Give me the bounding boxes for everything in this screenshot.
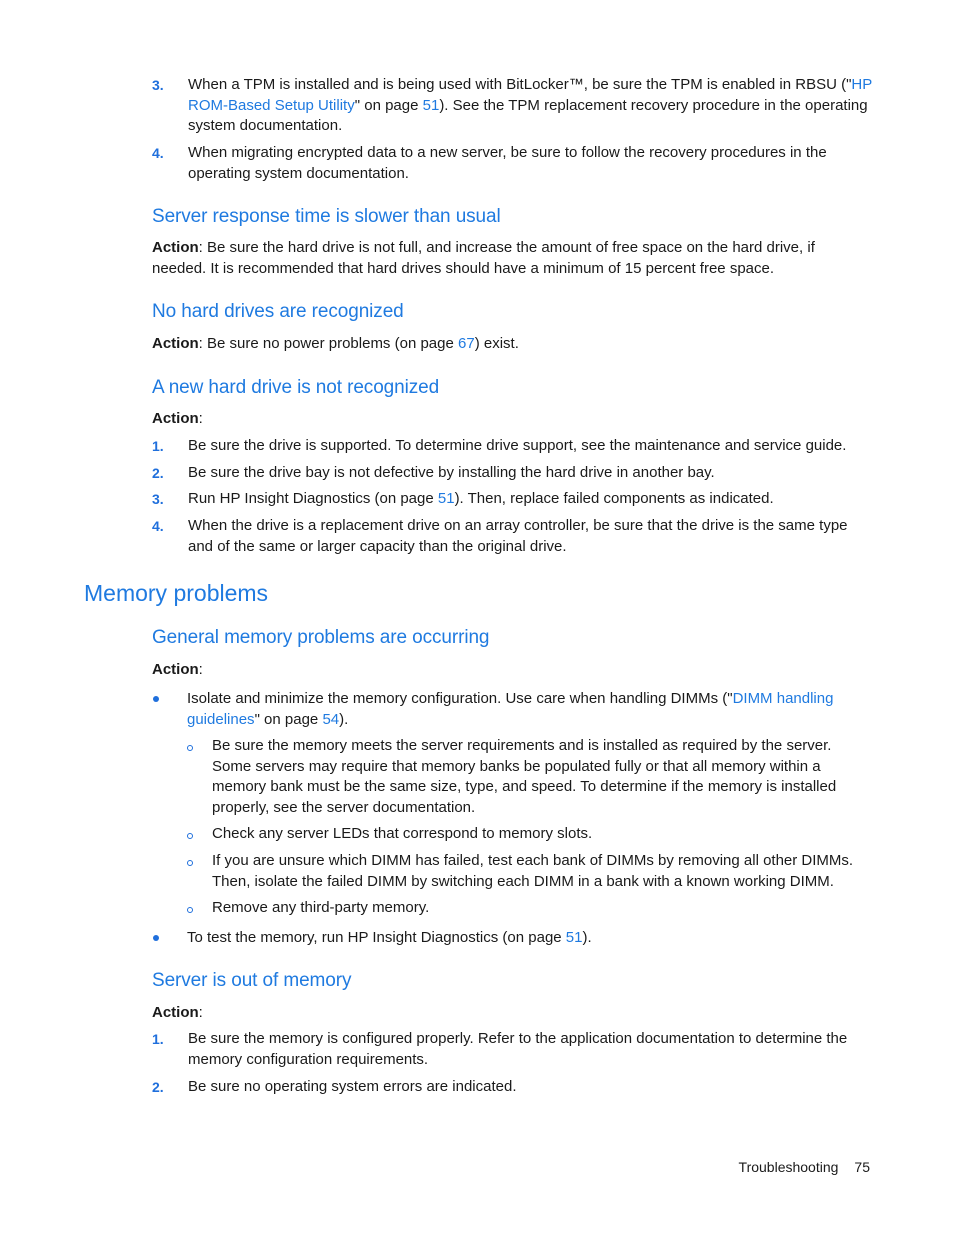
action-label: Action (152, 239, 199, 256)
bullet-text: To test the memory, run HP Insight Diagn… (187, 929, 592, 946)
list-text: Be sure no operating system errors are i… (188, 1078, 517, 1095)
document-page: 3. When a TPM is installed and is being … (0, 0, 954, 1235)
list-item: 2. Be sure the drive bay is not defectiv… (152, 463, 872, 484)
action-paragraph: Action: (152, 1004, 203, 1021)
section-heading: No hard drives are recognized (152, 301, 404, 322)
sub-bullet-text: If you are unsure which DIMM has failed,… (212, 852, 854, 890)
hollow-bullet-icon (187, 907, 193, 913)
list-item: 4. When migrating encrypted data to a ne… (152, 143, 872, 184)
list-item: 2. Be sure no operating system errors ar… (152, 1077, 872, 1098)
list-text: When migrating encrypted data to a new s… (188, 144, 827, 182)
section-heading: Server response time is slower than usua… (152, 206, 501, 227)
list-number: 3. (152, 77, 164, 93)
list-item: 3. Run HP Insight Diagnostics (on page 5… (152, 489, 872, 510)
sub-bullet-item: If you are unsure which DIMM has failed,… (187, 851, 872, 892)
page-link[interactable]: 51 (438, 490, 455, 507)
hollow-bullet-icon (187, 745, 193, 751)
bullet-icon (153, 696, 159, 702)
list-number: 2. (152, 1079, 164, 1095)
page-link[interactable]: 67 (458, 335, 475, 352)
list-number: 4. (152, 518, 164, 534)
action-paragraph: Action: Be sure the hard drive is not fu… (152, 239, 815, 277)
list-text: Be sure the memory is configured properl… (188, 1030, 848, 1068)
footer-section-title: Troubleshooting (738, 1159, 839, 1175)
action-label: Action (152, 410, 199, 427)
section-heading: Server is out of memory (152, 970, 352, 991)
sub-bullet-item: Be sure the memory meets the server requ… (187, 736, 872, 818)
bullet-item: To test the memory, run HP Insight Diagn… (152, 928, 872, 949)
page-number: 75 (854, 1159, 870, 1175)
list-item: 1. Be sure the drive is supported. To de… (152, 436, 872, 457)
sub-bullet-item: Remove any third-party memory. (187, 898, 872, 919)
action-label: Action (152, 1004, 199, 1021)
action-paragraph: Action: Be sure no power problems (on pa… (152, 335, 519, 352)
list-number: 1. (152, 1031, 164, 1047)
list-item: 1. Be sure the memory is configured prop… (152, 1029, 872, 1070)
page-link[interactable]: 54 (322, 711, 339, 728)
chapter-heading: Memory problems (84, 580, 269, 606)
list-text: Run HP Insight Diagnostics (on page 51).… (188, 490, 774, 507)
list-number: 1. (152, 438, 164, 454)
list-item: 4. When the drive is a replacement drive… (152, 516, 872, 557)
action-paragraph: Action: (152, 661, 203, 678)
bullet-text: Isolate and minimize the memory configur… (187, 690, 834, 728)
list-number: 4. (152, 145, 164, 161)
page-footer: Troubleshooting 75 (739, 1157, 870, 1178)
sub-bullet-text: Check any server LEDs that correspond to… (212, 825, 593, 842)
section-heading: A new hard drive is not recognized (152, 377, 440, 398)
sub-bullet-text: Be sure the memory meets the server requ… (212, 737, 837, 816)
hollow-bullet-icon (187, 860, 193, 866)
list-text: Be sure the drive bay is not defective b… (188, 464, 715, 481)
action-paragraph: Action: (152, 410, 203, 427)
list-number: 3. (152, 491, 164, 507)
list-text: When the drive is a replacement drive on… (188, 517, 848, 555)
sub-bullet-text: Remove any third-party memory. (212, 899, 430, 916)
list-text: Be sure the drive is supported. To deter… (188, 437, 847, 454)
page-link[interactable]: 51 (423, 97, 440, 114)
section-heading: General memory problems are occurring (152, 627, 490, 648)
page-link[interactable]: 51 (566, 929, 583, 946)
list-text: When a TPM is installed and is being use… (188, 76, 872, 134)
action-label: Action (152, 661, 199, 678)
action-label: Action (152, 335, 199, 352)
hollow-bullet-icon (187, 833, 193, 839)
sub-bullet-item: Check any server LEDs that correspond to… (187, 824, 872, 845)
bullet-icon (153, 935, 159, 941)
list-item: 3. When a TPM is installed and is being … (152, 75, 872, 137)
bullet-item: Isolate and minimize the memory configur… (152, 689, 872, 730)
list-number: 2. (152, 465, 164, 481)
